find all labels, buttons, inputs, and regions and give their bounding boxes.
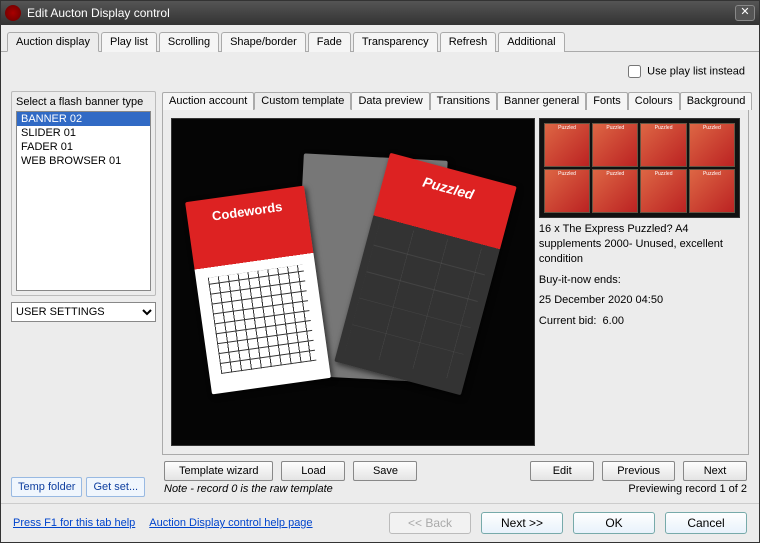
tab-data-preview[interactable]: Data preview bbox=[351, 92, 429, 110]
tab-transitions[interactable]: Transitions bbox=[430, 92, 497, 110]
thumb-mini: Puzzled bbox=[640, 169, 686, 213]
thumb-mini: Puzzled bbox=[689, 123, 735, 167]
tab-play-list[interactable]: Play list bbox=[101, 32, 157, 52]
next-button[interactable]: Next >> bbox=[481, 512, 563, 534]
tab-scrolling[interactable]: Scrolling bbox=[159, 32, 219, 52]
left-column: Select a flash banner type BANNER 02 SLI… bbox=[11, 91, 156, 497]
buy-now-label: Buy-it-now ends: bbox=[539, 273, 740, 288]
note-row: Note - record 0 is the raw template Prev… bbox=[162, 481, 749, 497]
list-item[interactable]: FADER 01 bbox=[17, 140, 150, 154]
tab-transparency[interactable]: Transparency bbox=[353, 32, 438, 52]
thumb-mini: Puzzled bbox=[592, 123, 638, 167]
tab-custom-template[interactable]: Custom template bbox=[254, 92, 351, 110]
template-wizard-button[interactable]: Template wizard bbox=[164, 461, 273, 481]
preview-area: Puzzled Puzzled Puzzled Puzzled Puzzled … bbox=[162, 110, 749, 455]
current-bid-value: 6.00 bbox=[603, 315, 624, 327]
left-button-row: Temp folder Get set... bbox=[11, 477, 156, 497]
save-button[interactable]: Save bbox=[353, 461, 417, 481]
ok-button[interactable]: OK bbox=[573, 512, 655, 534]
tab-auction-display[interactable]: Auction display bbox=[7, 32, 99, 52]
window-title: Edit Aucton Display control bbox=[27, 6, 735, 20]
current-bid-row: Current bid: 6.00 bbox=[539, 314, 740, 329]
tab-fonts[interactable]: Fonts bbox=[586, 92, 628, 110]
thumb-mini: Puzzled bbox=[592, 169, 638, 213]
get-set-button[interactable]: Get set... bbox=[86, 477, 145, 497]
tab-banner-general[interactable]: Banner general bbox=[497, 92, 586, 110]
use-playlist-label: Use play list instead bbox=[647, 65, 745, 77]
preview-thumbnail-grid: Puzzled Puzzled Puzzled Puzzled Puzzled … bbox=[539, 118, 740, 218]
tab-colours[interactable]: Colours bbox=[628, 92, 680, 110]
temp-folder-button[interactable]: Temp folder bbox=[11, 477, 82, 497]
list-item[interactable]: BANNER 02 bbox=[17, 112, 150, 126]
next-record-button[interactable]: Next bbox=[683, 461, 747, 481]
banner-type-label: Select a flash banner type bbox=[16, 96, 151, 108]
use-playlist-row: Use play list instead bbox=[11, 58, 749, 91]
previous-button[interactable]: Previous bbox=[602, 461, 675, 481]
app-icon bbox=[5, 5, 21, 21]
list-item[interactable]: WEB BROWSER 01 bbox=[17, 154, 150, 168]
cancel-button[interactable]: Cancel bbox=[665, 512, 747, 534]
f1-help-link[interactable]: Press F1 for this tab help bbox=[13, 517, 135, 529]
magazine-stack-graphic bbox=[181, 143, 525, 420]
thumb-mini: Puzzled bbox=[640, 123, 686, 167]
titlebar: Edit Aucton Display control ✕ bbox=[1, 1, 759, 25]
control-help-link[interactable]: Auction Display control help page bbox=[149, 517, 312, 529]
tab-shape-border[interactable]: Shape/border bbox=[221, 32, 306, 52]
tab-content: Use play list instead Select a flash ban… bbox=[1, 52, 759, 503]
thumb-mini: Puzzled bbox=[689, 169, 735, 213]
dialog-footer: Press F1 for this tab help Auction Displ… bbox=[1, 503, 759, 542]
tab-background[interactable]: Background bbox=[680, 92, 753, 110]
banner-type-fieldset: Select a flash banner type BANNER 02 SLI… bbox=[11, 91, 156, 296]
load-button[interactable]: Load bbox=[281, 461, 345, 481]
tab-refresh[interactable]: Refresh bbox=[440, 32, 497, 52]
current-bid-label: Current bid: bbox=[539, 315, 596, 327]
thumb-mini: Puzzled bbox=[544, 169, 590, 213]
item-title-text: 16 x The Express Puzzled? A4 supplements… bbox=[539, 222, 740, 267]
note-text: Note - record 0 is the raw template bbox=[164, 483, 333, 495]
template-toolbar: Template wizard Load Save Edit Previous … bbox=[162, 455, 749, 481]
edit-auction-display-window: Edit Aucton Display control ✕ Auction di… bbox=[0, 0, 760, 543]
thumb-mini: Puzzled bbox=[544, 123, 590, 167]
tab-fade[interactable]: Fade bbox=[308, 32, 351, 52]
tab-auction-account[interactable]: Auction account bbox=[162, 92, 254, 110]
list-item[interactable]: SLIDER 01 bbox=[17, 126, 150, 140]
buy-now-value: 25 December 2020 04:50 bbox=[539, 293, 740, 308]
preview-side: Puzzled Puzzled Puzzled Puzzled Puzzled … bbox=[539, 118, 740, 446]
preview-main-image bbox=[171, 118, 535, 446]
use-playlist-checkbox[interactable] bbox=[628, 65, 641, 78]
user-settings-dropdown[interactable]: USER SETTINGS bbox=[11, 302, 156, 322]
edit-button[interactable]: Edit bbox=[530, 461, 594, 481]
close-icon[interactable]: ✕ bbox=[735, 5, 755, 21]
preview-description: 16 x The Express Puzzled? A4 supplements… bbox=[539, 222, 740, 335]
banner-type-listbox[interactable]: BANNER 02 SLIDER 01 FADER 01 WEB BROWSER… bbox=[16, 111, 151, 291]
footer-buttons: << Back Next >> OK Cancel bbox=[389, 512, 747, 534]
preview-record-status: Previewing record 1 of 2 bbox=[628, 483, 747, 495]
right-column: Auction account Custom template Data pre… bbox=[162, 91, 749, 497]
main-grid: Select a flash banner type BANNER 02 SLI… bbox=[11, 91, 749, 497]
back-button: << Back bbox=[389, 512, 471, 534]
inner-tabstrip: Auction account Custom template Data pre… bbox=[162, 91, 749, 110]
tab-additional[interactable]: Additional bbox=[498, 32, 564, 52]
outer-tabstrip: Auction display Play list Scrolling Shap… bbox=[1, 25, 759, 52]
